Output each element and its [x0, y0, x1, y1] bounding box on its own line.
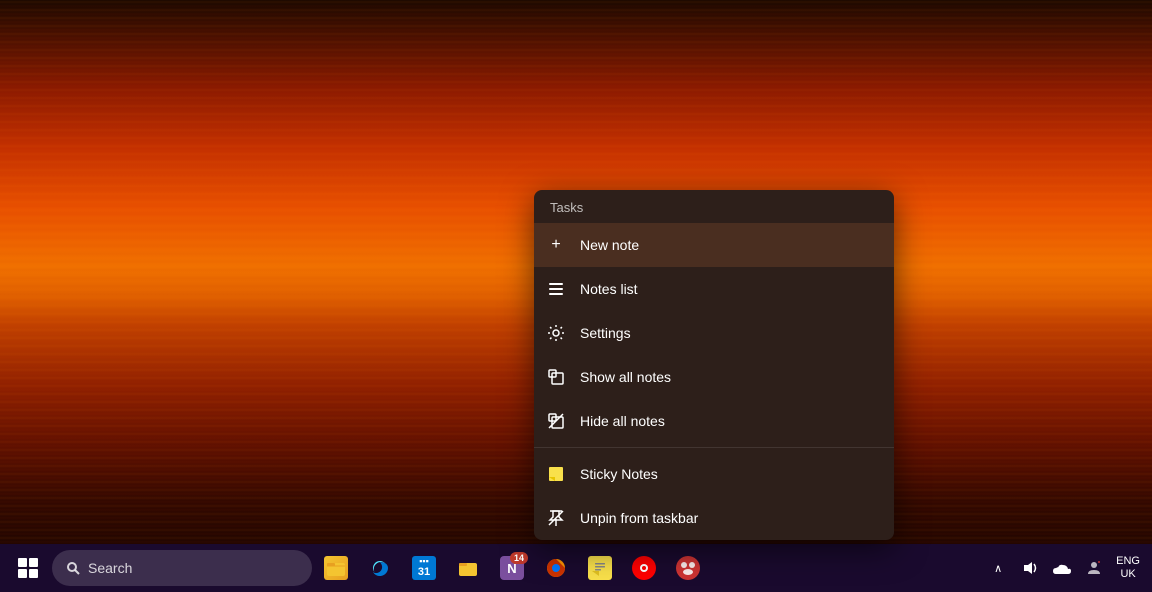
unpin-icon: [546, 508, 566, 528]
menu-item-new-note[interactable]: + New note: [534, 223, 894, 267]
teams-icon: [1086, 560, 1102, 576]
calendar-icon: ▪▪▪ 31: [412, 556, 436, 580]
taskbar: Search ▪▪▪ 31: [0, 544, 1152, 592]
chevron-up-icon: ∧: [994, 562, 1002, 575]
taskbar-onenote[interactable]: N 14: [492, 548, 532, 588]
taskbar-edge[interactable]: [360, 548, 400, 588]
file-explorer2-icon: [456, 556, 480, 580]
tray-onedrive[interactable]: [1048, 554, 1076, 582]
list-icon: [546, 279, 566, 299]
onedrive-icon: [1053, 561, 1071, 575]
speaker-icon: [1022, 560, 1038, 576]
tray-notifications[interactable]: [1016, 554, 1044, 582]
menu-item-unpin[interactable]: Unpin from taskbar: [534, 496, 894, 540]
taskbar-sticky-notes[interactable]: [580, 548, 620, 588]
menu-item-notes-list-label: Notes list: [580, 281, 638, 297]
gear-icon: [546, 323, 566, 343]
menu-item-show-all-notes[interactable]: Show all notes: [534, 355, 894, 399]
menu-item-sticky-notes[interactable]: Sticky Notes: [534, 452, 894, 496]
menu-header: Tasks: [534, 190, 894, 223]
file-explorer-icon: [324, 556, 348, 580]
sticky-notes-icon: [546, 464, 566, 484]
hide-notes-icon: [546, 411, 566, 431]
menu-item-hide-all-notes[interactable]: Hide all notes: [534, 399, 894, 443]
tray-teams[interactable]: [1080, 554, 1108, 582]
system-tray: ∧ ENG UK: [984, 554, 1144, 582]
youtube-music-icon: [632, 556, 656, 580]
search-icon: [66, 561, 80, 575]
menu-item-unpin-label: Unpin from taskbar: [580, 510, 698, 526]
search-label: Search: [88, 560, 132, 576]
lang-eng: ENG: [1116, 555, 1140, 568]
menu-item-settings-label: Settings: [580, 325, 631, 341]
menu-item-hide-all-notes-label: Hide all notes: [580, 413, 665, 429]
windows-logo: [18, 558, 38, 578]
taskbar-file-explorer2[interactable]: [448, 548, 488, 588]
menu-item-show-all-notes-label: Show all notes: [580, 369, 671, 385]
taskbar-app9[interactable]: [668, 548, 708, 588]
onenote-badge: 14: [510, 552, 528, 564]
lang-region: UK: [1120, 568, 1135, 581]
menu-item-settings[interactable]: Settings: [534, 311, 894, 355]
context-menu: Tasks + New note Notes list Settings: [534, 190, 894, 540]
tray-chevron-up[interactable]: ∧: [984, 554, 1012, 582]
menu-item-notes-list[interactable]: Notes list: [534, 267, 894, 311]
sticky-notes-taskbar-icon: [588, 556, 612, 580]
start-button[interactable]: [8, 548, 48, 588]
language-indicator[interactable]: ENG UK: [1112, 555, 1144, 581]
taskbar-calendar[interactable]: ▪▪▪ 31: [404, 548, 444, 588]
app9-icon: [676, 556, 700, 580]
menu-item-sticky-notes-label: Sticky Notes: [580, 466, 658, 482]
taskbar-firefox[interactable]: [536, 548, 576, 588]
menu-item-new-note-label: New note: [580, 237, 639, 253]
show-notes-icon: [546, 367, 566, 387]
taskbar-file-explorer[interactable]: [316, 548, 356, 588]
plus-icon: +: [546, 235, 566, 255]
search-bar[interactable]: Search: [52, 550, 312, 586]
taskbar-youtube-music[interactable]: [624, 548, 664, 588]
edge-icon: [368, 556, 392, 580]
menu-separator: [534, 447, 894, 448]
firefox-icon: [544, 556, 568, 580]
